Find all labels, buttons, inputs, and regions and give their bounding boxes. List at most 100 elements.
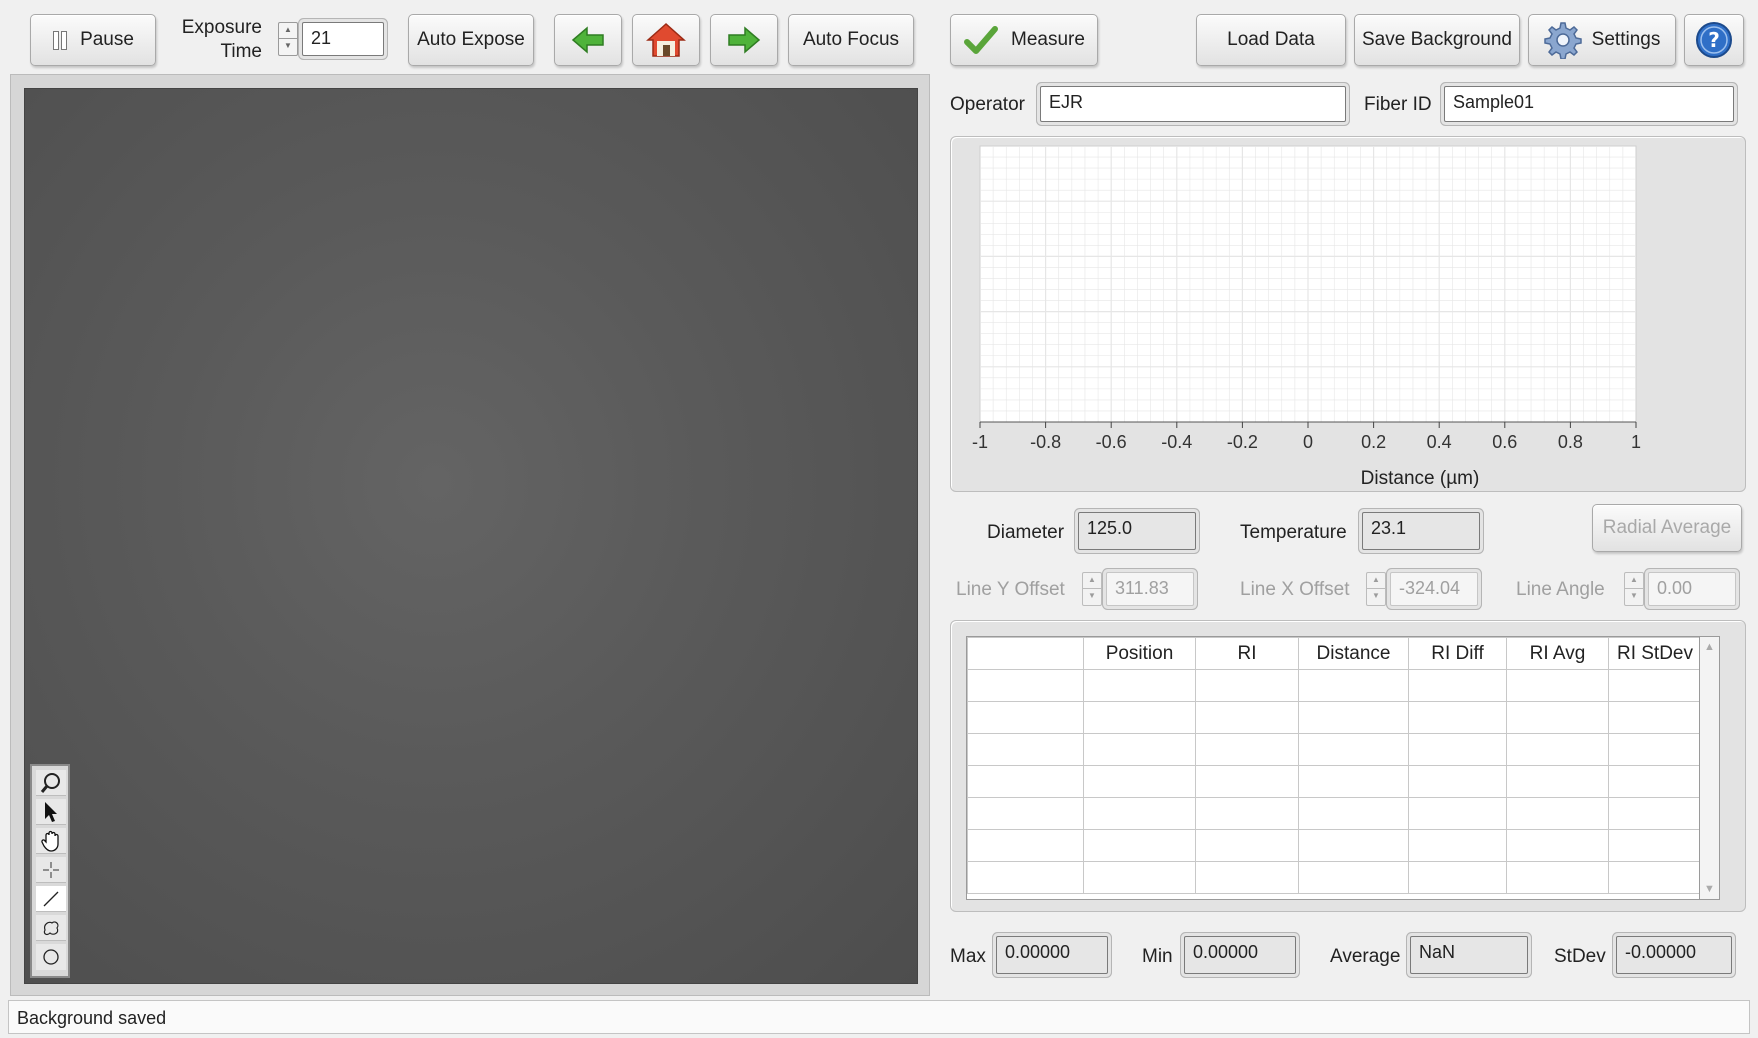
column-header-position[interactable]: Position bbox=[1083, 637, 1196, 670]
temperature-indicator: 23.1 bbox=[1362, 512, 1480, 550]
table-row[interactable] bbox=[967, 765, 1699, 798]
column-header-ri[interactable]: RI bbox=[1195, 637, 1299, 670]
save-background-button[interactable]: Save Background bbox=[1354, 14, 1520, 66]
measure-button[interactable]: Measure bbox=[950, 14, 1098, 66]
pause-icon bbox=[52, 31, 68, 50]
pause-button[interactable]: Pause bbox=[30, 14, 156, 66]
svg-text:?: ? bbox=[1708, 28, 1720, 52]
average-indicator: NaN bbox=[1410, 936, 1528, 974]
pointer-icon[interactable] bbox=[36, 799, 66, 825]
spin-up-icon[interactable]: ▲ bbox=[279, 23, 297, 39]
help-icon: ? bbox=[1696, 22, 1732, 58]
column-header-ri-stdev[interactable]: RI StDev bbox=[1608, 637, 1699, 670]
x-tick-label: -0.2 bbox=[1227, 432, 1258, 452]
table-header-row: Position RI Distance RI Diff RI Avg RI S… bbox=[967, 637, 1699, 670]
table-row[interactable] bbox=[967, 829, 1699, 862]
home-icon bbox=[646, 22, 686, 57]
line-x-offset-stepper[interactable]: ▲ ▼ bbox=[1366, 572, 1386, 606]
spin-up-icon[interactable]: ▲ bbox=[1367, 573, 1385, 589]
table-scrollbar[interactable]: ▲ ▼ bbox=[1700, 636, 1720, 900]
column-header-ri-diff[interactable]: RI Diff bbox=[1408, 637, 1507, 670]
average-label: Average bbox=[1330, 946, 1401, 967]
measure-label: Measure bbox=[1011, 29, 1085, 50]
checkmark-icon bbox=[964, 26, 999, 54]
x-tick-label: 0 bbox=[1303, 432, 1313, 452]
diameter-indicator: 125.0 bbox=[1078, 512, 1196, 550]
operator-label: Operator bbox=[950, 94, 1025, 115]
exposure-time-stepper[interactable]: ▲ ▼ bbox=[278, 22, 298, 56]
table-row[interactable] bbox=[967, 733, 1699, 766]
back-button[interactable] bbox=[554, 14, 622, 66]
min-indicator: 0.00000 bbox=[1184, 936, 1296, 974]
line-x-offset-input[interactable]: -324.04 bbox=[1390, 572, 1478, 606]
camera-image-view[interactable] bbox=[24, 88, 918, 984]
stdev-label: StDev bbox=[1554, 946, 1606, 967]
zoom-icon[interactable] bbox=[36, 770, 66, 796]
freehand-roi-icon[interactable] bbox=[36, 915, 66, 941]
spin-up-icon[interactable]: ▲ bbox=[1625, 573, 1643, 589]
line-angle-input[interactable]: 0.00 bbox=[1648, 572, 1736, 606]
x-tick-label: -1 bbox=[972, 432, 988, 452]
stdev-indicator: -0.00000 bbox=[1616, 936, 1732, 974]
line-y-offset-stepper[interactable]: ▲ ▼ bbox=[1082, 572, 1102, 606]
table-row[interactable] bbox=[967, 797, 1699, 830]
pause-label: Pause bbox=[80, 29, 134, 50]
status-bar: Background saved bbox=[8, 1000, 1750, 1034]
settings-button[interactable]: Settings bbox=[1528, 14, 1676, 66]
arrow-left-icon bbox=[571, 26, 604, 54]
x-tick-label: 0.2 bbox=[1361, 432, 1386, 452]
line-y-offset-label: Line Y Offset bbox=[956, 579, 1065, 600]
spin-down-icon[interactable]: ▼ bbox=[1083, 589, 1101, 605]
forward-button[interactable] bbox=[710, 14, 778, 66]
line-angle-stepper[interactable]: ▲ ▼ bbox=[1624, 572, 1644, 606]
column-header bbox=[967, 637, 1084, 670]
settings-label: Settings bbox=[1591, 29, 1661, 50]
operator-input[interactable]: EJR bbox=[1040, 86, 1346, 122]
image-tool-palette bbox=[30, 764, 70, 978]
spin-up-icon[interactable]: ▲ bbox=[1083, 573, 1101, 589]
graph-x-axis-label: Distance (µm) bbox=[1360, 468, 1480, 489]
line-x-offset-label: Line X Offset bbox=[1240, 579, 1350, 600]
scroll-down-icon[interactable]: ▼ bbox=[1700, 883, 1719, 895]
column-header-ri-avg[interactable]: RI Avg bbox=[1506, 637, 1609, 670]
scroll-up-icon[interactable]: ▲ bbox=[1700, 641, 1719, 653]
table-row[interactable] bbox=[967, 701, 1699, 734]
spin-down-icon[interactable]: ▼ bbox=[1367, 589, 1385, 605]
line-y-offset-input[interactable]: 311.83 bbox=[1106, 572, 1194, 606]
fiber-id-label: Fiber ID bbox=[1364, 94, 1432, 115]
line-icon[interactable] bbox=[36, 886, 66, 912]
exposure-time-label: Exposure Time bbox=[181, 17, 262, 62]
spin-down-icon[interactable]: ▼ bbox=[279, 39, 297, 55]
gear-icon bbox=[1543, 22, 1582, 59]
x-tick-label: -0.6 bbox=[1096, 432, 1127, 452]
max-label: Max bbox=[950, 946, 986, 967]
line-angle-label: Line Angle bbox=[1516, 579, 1605, 600]
x-tick-label: -0.8 bbox=[1030, 432, 1061, 452]
table-row[interactable] bbox=[967, 861, 1699, 894]
x-tick-label: 0.4 bbox=[1427, 432, 1452, 452]
x-tick-label: 1 bbox=[1631, 432, 1641, 452]
profile-graph[interactable]: -1 -0.8 -0.6 -0.4 -0.2 0 0.2 0.4 0.6 0.8 1 bbox=[950, 136, 1746, 492]
spin-down-icon[interactable]: ▼ bbox=[1625, 589, 1643, 605]
diameter-label: Diameter bbox=[987, 522, 1065, 543]
arrow-right-icon bbox=[728, 26, 761, 54]
help-button[interactable]: ? bbox=[1684, 14, 1744, 66]
table-row[interactable] bbox=[967, 669, 1699, 702]
home-button[interactable] bbox=[632, 14, 700, 66]
min-label: Min bbox=[1142, 946, 1173, 967]
column-header-distance[interactable]: Distance bbox=[1298, 637, 1409, 670]
status-message: Background saved bbox=[17, 1008, 167, 1028]
radial-average-button[interactable]: Radial Average bbox=[1592, 504, 1742, 552]
auto-focus-button[interactable]: Auto Focus bbox=[788, 14, 914, 66]
results-table: Position RI Distance RI Diff RI Avg RI S… bbox=[966, 636, 1700, 900]
crosshair-icon[interactable] bbox=[36, 857, 66, 883]
max-indicator: 0.00000 bbox=[996, 936, 1108, 974]
fiber-id-input[interactable]: Sample01 bbox=[1444, 86, 1734, 122]
oval-icon[interactable] bbox=[36, 944, 66, 970]
pan-icon[interactable] bbox=[36, 828, 66, 854]
x-tick-label: -0.4 bbox=[1161, 432, 1192, 452]
load-data-button[interactable]: Load Data bbox=[1196, 14, 1346, 66]
auto-expose-button[interactable]: Auto Expose bbox=[408, 14, 534, 66]
exposure-time-input[interactable]: 21 bbox=[302, 22, 384, 56]
x-tick-label: 0.6 bbox=[1492, 432, 1517, 452]
